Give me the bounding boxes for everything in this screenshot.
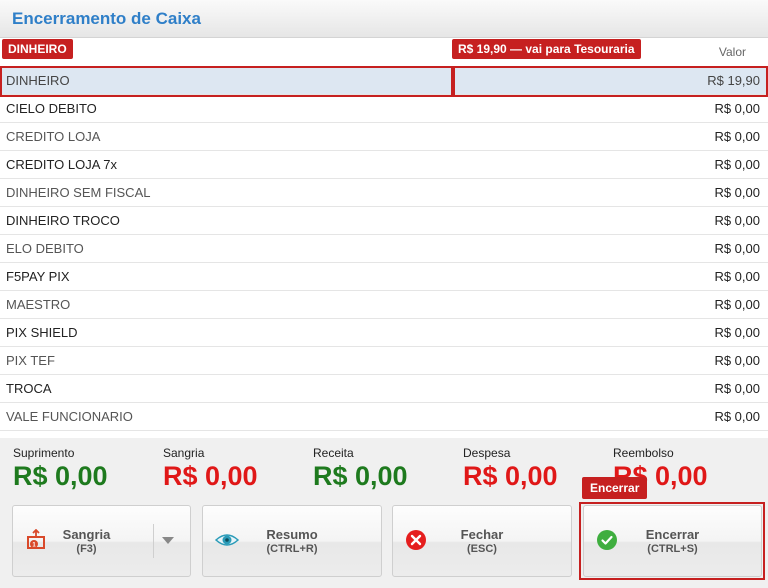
row-name: TROCA bbox=[6, 381, 52, 396]
table-row[interactable]: DINHEIRO R$ 19,90 bbox=[0, 67, 768, 95]
encerrar-button-label: Encerrar bbox=[645, 527, 700, 542]
row-name: VALE FUNCIONARIO bbox=[6, 409, 133, 424]
resumo-button-label: Resumo bbox=[266, 527, 318, 542]
row-value: R$ 0,00 bbox=[714, 241, 760, 256]
fechar-button-label: Fechar bbox=[460, 527, 504, 542]
split-separator bbox=[153, 524, 154, 558]
total-amount: R$ 0,00 bbox=[13, 461, 108, 491]
row-name: CREDITO LOJA bbox=[6, 129, 101, 144]
row-value: R$ 0,00 bbox=[714, 381, 760, 396]
encerrar-tag: Encerrar bbox=[582, 477, 648, 499]
row-value: R$ 0,00 bbox=[714, 129, 760, 144]
row-value: R$ 0,00 bbox=[714, 213, 760, 228]
table-header: Valor bbox=[0, 38, 768, 66]
sangria-button-label: Sangria bbox=[62, 527, 111, 542]
total-receita: Receita R$ 0,00 bbox=[313, 446, 408, 492]
sangria-button-shortcut: (F3) bbox=[76, 543, 97, 555]
total-label: Suprimento bbox=[13, 446, 75, 460]
payment-methods-list: DINHEIRO R$ 19,90 CIELO DEBITO R$ 0,00 C… bbox=[0, 67, 768, 431]
row-name: CIELO DEBITO bbox=[6, 101, 97, 116]
total-amount: R$ 0,00 bbox=[163, 461, 258, 491]
table-row[interactable]: F5PAY PIX R$ 0,00 bbox=[0, 263, 768, 291]
table-row[interactable]: TROCA R$ 0,00 bbox=[0, 375, 768, 403]
table-row[interactable]: CREDITO LOJA 7x R$ 0,00 bbox=[0, 151, 768, 179]
table-row[interactable]: VALE FUNCIONARIO R$ 0,00 bbox=[0, 403, 768, 431]
total-despesa: Despesa R$ 0,00 bbox=[463, 446, 558, 492]
resumo-button-shortcut: (CTRL+R) bbox=[266, 543, 318, 555]
sangria-button[interactable]: 1 Sangria (F3) bbox=[12, 505, 191, 577]
total-amount: R$ 0,00 bbox=[463, 461, 558, 491]
window-titlebar: Encerramento de Caixa bbox=[0, 0, 768, 38]
total-sangria: Sangria R$ 0,00 bbox=[163, 446, 258, 492]
total-label: Receita bbox=[313, 446, 354, 460]
row-value: R$ 0,00 bbox=[714, 185, 760, 200]
total-label: Reembolso bbox=[613, 446, 674, 460]
table-row[interactable]: CIELO DEBITO R$ 0,00 bbox=[0, 95, 768, 123]
selected-row-divider bbox=[451, 66, 455, 97]
total-label: Despesa bbox=[463, 446, 511, 460]
fechar-button[interactable]: Fechar (ESC) bbox=[392, 505, 572, 577]
encerrar-button[interactable]: Encerrar (CTRL+S) bbox=[583, 505, 762, 577]
row-name: ELO DEBITO bbox=[6, 241, 84, 256]
table-row[interactable]: ELO DEBITO R$ 0,00 bbox=[0, 235, 768, 263]
row-name: DINHEIRO bbox=[6, 73, 70, 88]
fechar-button-shortcut: (ESC) bbox=[467, 543, 497, 555]
row-value: R$ 0,00 bbox=[714, 353, 760, 368]
row-name: CREDITO LOJA 7x bbox=[6, 157, 118, 172]
row-name: DINHEIRO SEM FISCAL bbox=[6, 185, 151, 200]
row-value: R$ 0,00 bbox=[714, 157, 760, 172]
chevron-down-icon[interactable] bbox=[162, 537, 174, 544]
table-row[interactable]: PIX SHIELD R$ 0,00 bbox=[0, 319, 768, 347]
row-name: PIX SHIELD bbox=[6, 325, 78, 340]
total-suprimento: Suprimento R$ 0,00 bbox=[13, 446, 108, 492]
row-name: PIX TEF bbox=[6, 353, 55, 368]
total-label: Sangria bbox=[163, 446, 205, 460]
window-title: Encerramento de Caixa bbox=[12, 9, 201, 28]
table-row[interactable]: CREDITO LOJA R$ 0,00 bbox=[0, 123, 768, 151]
table-row[interactable]: DINHEIRO SEM FISCAL R$ 0,00 bbox=[0, 179, 768, 207]
resumo-button[interactable]: Resumo (CTRL+R) bbox=[202, 505, 382, 577]
row-name: F5PAY PIX bbox=[6, 269, 70, 284]
row-value: R$ 0,00 bbox=[714, 297, 760, 312]
row-value: R$ 19,90 bbox=[707, 73, 760, 88]
table-row[interactable]: PIX TEF R$ 0,00 bbox=[0, 347, 768, 375]
column-header-valor: Valor bbox=[718, 45, 746, 59]
row-value: R$ 0,00 bbox=[714, 101, 760, 116]
row-name: DINHEIRO TROCO bbox=[6, 213, 120, 228]
row-value: R$ 0,00 bbox=[714, 409, 760, 424]
total-amount: R$ 0,00 bbox=[313, 461, 408, 491]
table-row[interactable]: MAESTRO R$ 0,00 bbox=[0, 291, 768, 319]
encerrar-button-shortcut: (CTRL+S) bbox=[647, 543, 698, 555]
selected-value-tag: R$ 19,90 — vai para Tesouraria bbox=[452, 39, 641, 59]
table-row[interactable]: DINHEIRO TROCO R$ 0,00 bbox=[0, 207, 768, 235]
row-name: MAESTRO bbox=[6, 297, 71, 312]
row-value: R$ 0,00 bbox=[714, 269, 760, 284]
row-value: R$ 0,00 bbox=[714, 325, 760, 340]
selected-row-tag: DINHEIRO bbox=[2, 39, 73, 59]
